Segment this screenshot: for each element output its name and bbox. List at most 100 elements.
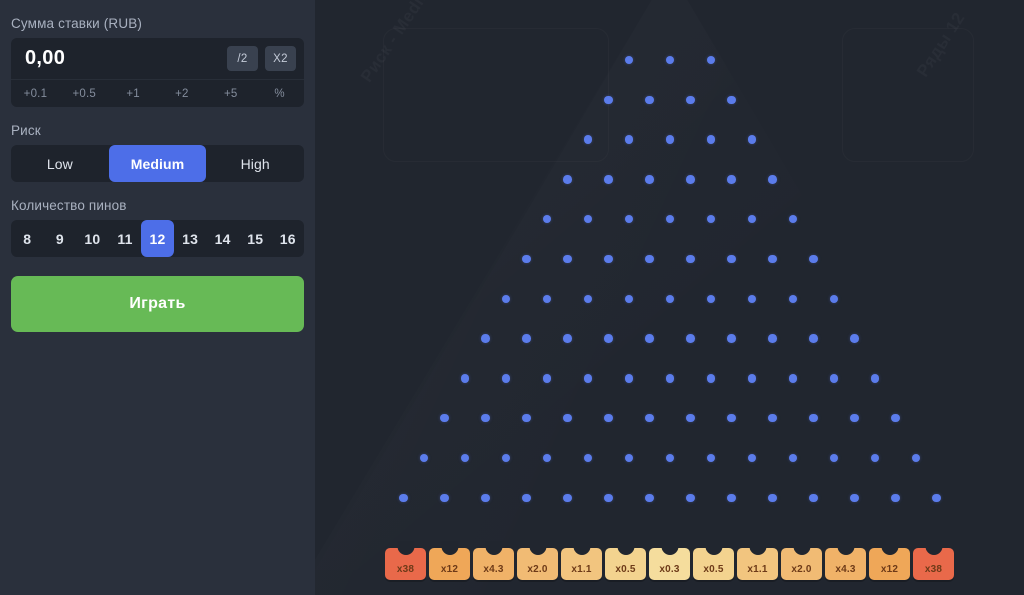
peg: [809, 334, 818, 343]
peg: [645, 493, 654, 503]
peg: [932, 493, 941, 503]
bet-halve-button[interactable]: /2: [227, 46, 258, 71]
bet-step-4[interactable]: +5: [206, 80, 255, 107]
risk-option-low[interactable]: Low: [11, 145, 109, 182]
pins-option-13[interactable]: 13: [174, 220, 207, 257]
multiplier-bucket-label: x38: [396, 564, 415, 575]
bet-step-1[interactable]: +0.5: [60, 80, 109, 107]
pins-option-8[interactable]: 8: [11, 220, 44, 257]
pins-option-11[interactable]: 11: [109, 220, 142, 257]
peg: [440, 413, 449, 423]
bet-amount-box: 0,00 /2 X2 +0.1 +0.5 +1 +2 +5 %: [11, 38, 304, 107]
peg: [665, 374, 675, 383]
multiplier-bucket: x12: [869, 548, 910, 580]
peg: [809, 493, 818, 503]
peg: [522, 413, 531, 423]
pins-option-16[interactable]: 16: [272, 220, 305, 257]
ghost-panel-left: [383, 28, 609, 162]
peg: [706, 55, 716, 65]
pins-option-10[interactable]: 10: [76, 220, 109, 257]
peg: [809, 413, 818, 423]
peg: [706, 374, 716, 383]
risk-option-medium[interactable]: Medium: [108, 145, 207, 182]
peg: [604, 334, 613, 343]
pins-option-12[interactable]: 12: [141, 220, 174, 257]
peg: [624, 135, 634, 144]
peg: [604, 413, 613, 423]
peg: [563, 493, 572, 503]
multiplier-bucket-label: x0.5: [615, 564, 636, 575]
peg: [542, 453, 552, 463]
peg: [686, 254, 695, 264]
peg: [604, 175, 613, 184]
multiplier-bucket-label: x2.0: [527, 564, 548, 575]
peg: [686, 175, 695, 184]
peg: [747, 294, 757, 304]
peg: [788, 453, 798, 463]
peg: [727, 175, 736, 184]
multiplier-bucket: x1.1: [561, 548, 602, 580]
peg: [583, 135, 593, 144]
watermark-rows: Ряды 12: [913, 9, 969, 81]
peg: [788, 294, 798, 304]
peg: [809, 254, 818, 264]
peg: [686, 95, 695, 105]
board-triangle-glow: [315, 0, 1024, 570]
multiplier-bucket: x12: [429, 548, 470, 580]
peg: [665, 453, 675, 463]
peg: [665, 135, 675, 144]
peg: [624, 374, 634, 383]
peg: [686, 493, 695, 503]
peg: [727, 413, 736, 423]
peg: [829, 294, 839, 304]
risk-label: Риск: [11, 123, 41, 138]
bet-step-2[interactable]: +1: [109, 80, 158, 107]
peg: [706, 214, 716, 224]
bet-step-0[interactable]: +0.1: [11, 80, 60, 107]
peg: [768, 254, 777, 264]
play-button[interactable]: Играть: [11, 276, 304, 332]
peg: [727, 254, 736, 264]
watermark-risk: Риск - Medium: [357, 0, 443, 86]
peg: [501, 374, 511, 383]
peg: [665, 294, 675, 304]
peg: [522, 254, 531, 264]
bet-amount-label: Сумма ставки (RUB): [11, 16, 143, 31]
bet-amount-input[interactable]: 0,00: [11, 47, 220, 70]
pins-option-14[interactable]: 14: [206, 220, 239, 257]
peg: [706, 294, 716, 304]
peg: [624, 453, 634, 463]
bet-step-3[interactable]: +2: [157, 80, 206, 107]
risk-option-high[interactable]: High: [206, 145, 304, 182]
peg: [850, 493, 859, 503]
peg: [686, 413, 695, 423]
peg: [604, 254, 613, 264]
peg: [542, 374, 552, 383]
multiplier-bucket-label: x0.5: [703, 564, 724, 575]
peg: [870, 374, 880, 383]
pins-option-9[interactable]: 9: [44, 220, 77, 257]
peg: [583, 214, 593, 224]
peg: [563, 413, 572, 423]
multiplier-bucket: x0.5: [605, 548, 646, 580]
peg: [440, 493, 449, 503]
peg: [481, 413, 490, 423]
bet-double-button[interactable]: X2: [265, 46, 296, 71]
peg: [481, 334, 490, 343]
pins-option-15[interactable]: 15: [239, 220, 272, 257]
peg: [645, 413, 654, 423]
bet-step-percent[interactable]: %: [255, 80, 304, 107]
peg: [747, 214, 757, 224]
peg: [768, 175, 777, 184]
pins-count-selector: 8 9 10 11 12 13 14 15 16: [11, 220, 304, 257]
peg: [645, 254, 654, 264]
peg: [563, 334, 572, 343]
peg: [563, 254, 572, 264]
peg: [891, 493, 900, 503]
peg: [522, 493, 531, 503]
multiplier-buckets: x38 x12 x4.3 x2.0 x1.1 x0.5 x0.3 x0.5 x1.1 x2.0 x4…: [315, 548, 1024, 580]
peg: [624, 55, 634, 65]
peg: [747, 453, 757, 463]
peg: [870, 453, 880, 463]
multiplier-bucket: x4.3: [825, 548, 866, 580]
